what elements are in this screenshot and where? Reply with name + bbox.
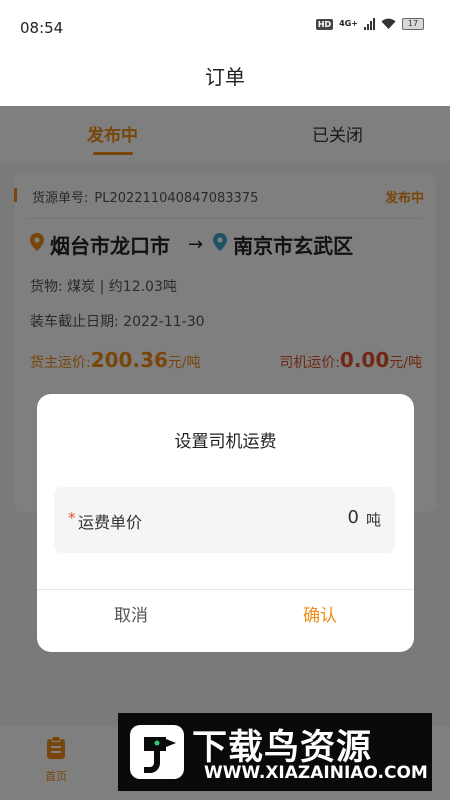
required-mark: * bbox=[68, 509, 76, 527]
page-title: 订单 bbox=[0, 56, 450, 106]
watermark-url: WWW.XIAZAINIAO.COM bbox=[204, 763, 428, 783]
network-type: 4G+ bbox=[339, 19, 358, 28]
signal-icon bbox=[364, 18, 375, 30]
dialog-title: 设置司机运费 bbox=[174, 432, 277, 452]
battery-icon: 17 bbox=[402, 18, 424, 30]
freight-price-input[interactable]: 0 bbox=[348, 507, 359, 528]
freight-price-unit: 吨 bbox=[365, 511, 381, 529]
status-bar: 08:54 HD 4G+ 17 bbox=[0, 0, 450, 56]
set-driver-fee-dialog: 设置司机运费 * 运费单价 0 吨 取消 确认 bbox=[37, 394, 414, 652]
hd-badge: HD bbox=[315, 18, 334, 30]
freight-price-label: 运费单价 bbox=[78, 513, 143, 532]
cancel-button[interactable]: 取消 bbox=[37, 590, 225, 652]
watermark-banner: 下载鸟资源 WWW.XIAZAINIAO.COM bbox=[118, 713, 432, 791]
confirm-button[interactable]: 确认 bbox=[226, 590, 414, 652]
bird-logo-icon bbox=[130, 725, 184, 779]
freight-price-field[interactable]: * 运费单价 0 吨 bbox=[54, 487, 395, 553]
status-icons: HD 4G+ 17 bbox=[315, 18, 424, 30]
status-time: 08:54 bbox=[20, 19, 64, 37]
wifi-icon bbox=[381, 18, 396, 30]
